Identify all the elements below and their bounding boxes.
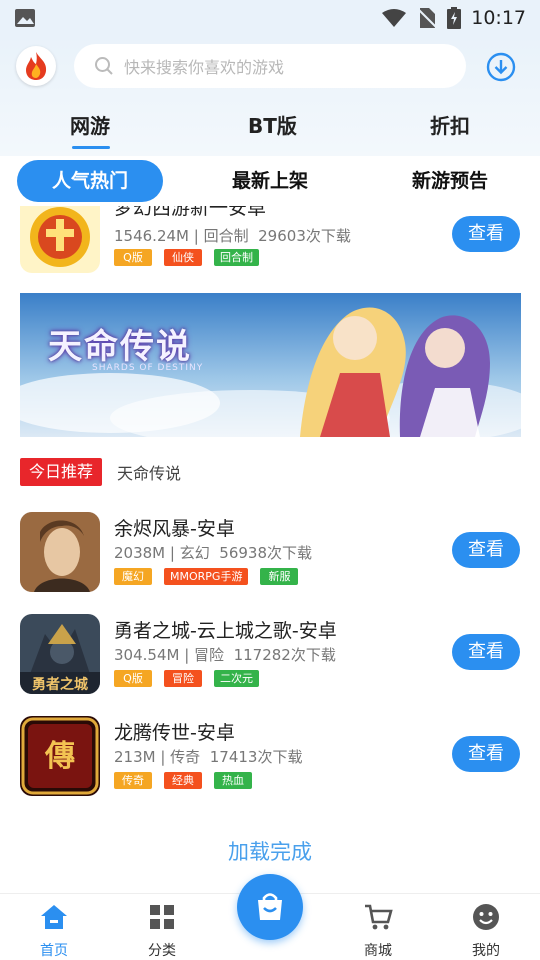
game-meta: 1546.24M | 回合制 29603次下载 — [114, 227, 351, 245]
header: 快来搜索你喜欢的游戏 网游 BT版 折扣 — [0, 36, 540, 156]
cart-icon — [365, 904, 393, 930]
svg-text:勇者之城: 勇者之城 — [32, 676, 88, 693]
game-meta: 213M | 传奇 17413次下载 — [114, 748, 303, 766]
game-icon-yongzhe[interactable]: 勇者之城 — [20, 614, 100, 694]
no-sim-icon — [417, 8, 437, 28]
nav-profile[interactable]: 我的 — [446, 902, 526, 960]
game-title: 余烬风暴-安卓 — [114, 518, 235, 540]
tag: 冒险 — [164, 670, 202, 687]
game-title: 勇者之城-云上城之歌-安卓 — [114, 620, 337, 642]
tab-bt-version[interactable]: BT版 — [248, 110, 297, 139]
tag: 魔幻 — [114, 568, 152, 585]
tag: 仙侠 — [164, 249, 202, 266]
wifi-icon — [382, 9, 407, 27]
load-status: 加载完成 — [228, 840, 312, 864]
tag: 回合制 — [214, 249, 259, 266]
nav-profile-label: 我的 — [472, 943, 500, 959]
nav-category-label: 分类 — [148, 943, 176, 959]
shop-fab-button[interactable] — [237, 874, 303, 940]
list-item[interactable]: 余烬风暴-安卓 2038M | 玄幻 56938次下载 魔幻 MMORPG手游 … — [0, 512, 540, 608]
nav-shop[interactable]: 商城 — [338, 902, 418, 960]
game-meta: 304.54M | 冒险 117282次下载 — [114, 646, 336, 664]
subtab-upcoming-front[interactable]: 新游预告 — [395, 160, 505, 202]
game-tags: Q版 冒险 二次元 — [114, 670, 259, 687]
sub-tabs-front: 人气热门 最新上架 新游预告 — [0, 156, 540, 206]
clock: 10:17 — [471, 7, 526, 29]
game-title: 龙腾传世-安卓 — [114, 722, 235, 744]
tag: 传奇 — [114, 772, 152, 789]
list-item[interactable]: 梦幻西游新一安卓 1546.24M | 回合制 29603次下载 Q版 仙侠 回… — [0, 193, 540, 289]
view-button[interactable]: 查看 — [452, 634, 520, 670]
tag: 热血 — [214, 772, 252, 789]
download-icon[interactable] — [486, 52, 516, 82]
banner-subtitle: SHARDS OF DESTINY — [92, 363, 204, 373]
tag: Q版 — [114, 670, 152, 687]
search-input[interactable]: 快来搜索你喜欢的游戏 — [74, 44, 466, 88]
banner-title: 天命传说 — [48, 327, 192, 367]
flame-logo-icon — [26, 52, 47, 80]
tag: 经典 — [164, 772, 202, 789]
app-logo[interactable] — [16, 46, 56, 86]
main-tabs: 网游 BT版 折扣 — [0, 106, 540, 152]
tag: MMORPG手游 — [164, 568, 249, 585]
nav-category[interactable]: 分类 — [122, 902, 202, 960]
svg-text:傳: 傳 — [44, 739, 75, 774]
game-icon-yujin[interactable] — [20, 512, 100, 592]
tab-discount[interactable]: 折扣 — [430, 110, 470, 139]
smiley-icon — [473, 904, 499, 930]
tag: 二次元 — [214, 670, 259, 687]
nav-shop-label: 商城 — [364, 943, 392, 959]
game-tags: 传奇 经典 热血 — [114, 772, 252, 789]
home-icon — [41, 905, 67, 929]
game-tags: 魔幻 MMORPG手游 新服 — [114, 568, 299, 585]
view-button[interactable]: 查看 — [452, 532, 520, 568]
view-button[interactable]: 查看 — [452, 216, 520, 252]
nav-home-label: 首页 — [40, 943, 68, 959]
list-item[interactable]: 勇者之城 勇者之城-云上城之歌-安卓 304.54M | 冒险 117282次下… — [0, 614, 540, 710]
tab-online-games[interactable]: 网游 — [70, 110, 110, 139]
game-icon-longteng[interactable]: 傳 — [20, 716, 100, 796]
today-pick-badge: 今日推荐 — [20, 458, 103, 486]
tab-active-indicator — [72, 146, 110, 149]
nav-home[interactable]: 首页 — [14, 902, 94, 960]
search-icon — [95, 57, 113, 75]
game-meta: 2038M | 玄幻 56938次下载 — [114, 544, 312, 562]
status-bar: 10:17 — [0, 0, 540, 36]
view-button[interactable]: 查看 — [452, 736, 520, 772]
tag: Q版 — [114, 249, 152, 266]
subtab-newest-front[interactable]: 最新上架 — [215, 160, 325, 202]
search-placeholder: 快来搜索你喜欢的游戏 — [124, 58, 285, 77]
game-tags: Q版 仙侠 回合制 — [114, 249, 259, 266]
today-pick: 今日推荐 天命传说 — [20, 457, 181, 487]
tag: 新服 — [260, 568, 299, 585]
gallery-notification-icon — [15, 9, 35, 27]
promo-banner[interactable]: 天命传说 SHARDS OF DESTINY — [20, 293, 521, 437]
grid-icon — [150, 905, 174, 929]
list-item[interactable]: 傳 龙腾传世-安卓 213M | 传奇 17413次下载 传奇 经典 热血 查看 — [0, 716, 540, 812]
subtab-popular-front[interactable]: 人气热门 — [17, 160, 163, 202]
today-pick-game[interactable]: 天命传说 — [117, 460, 181, 484]
battery-icon — [447, 7, 462, 29]
shopping-bag-icon — [258, 893, 282, 920]
